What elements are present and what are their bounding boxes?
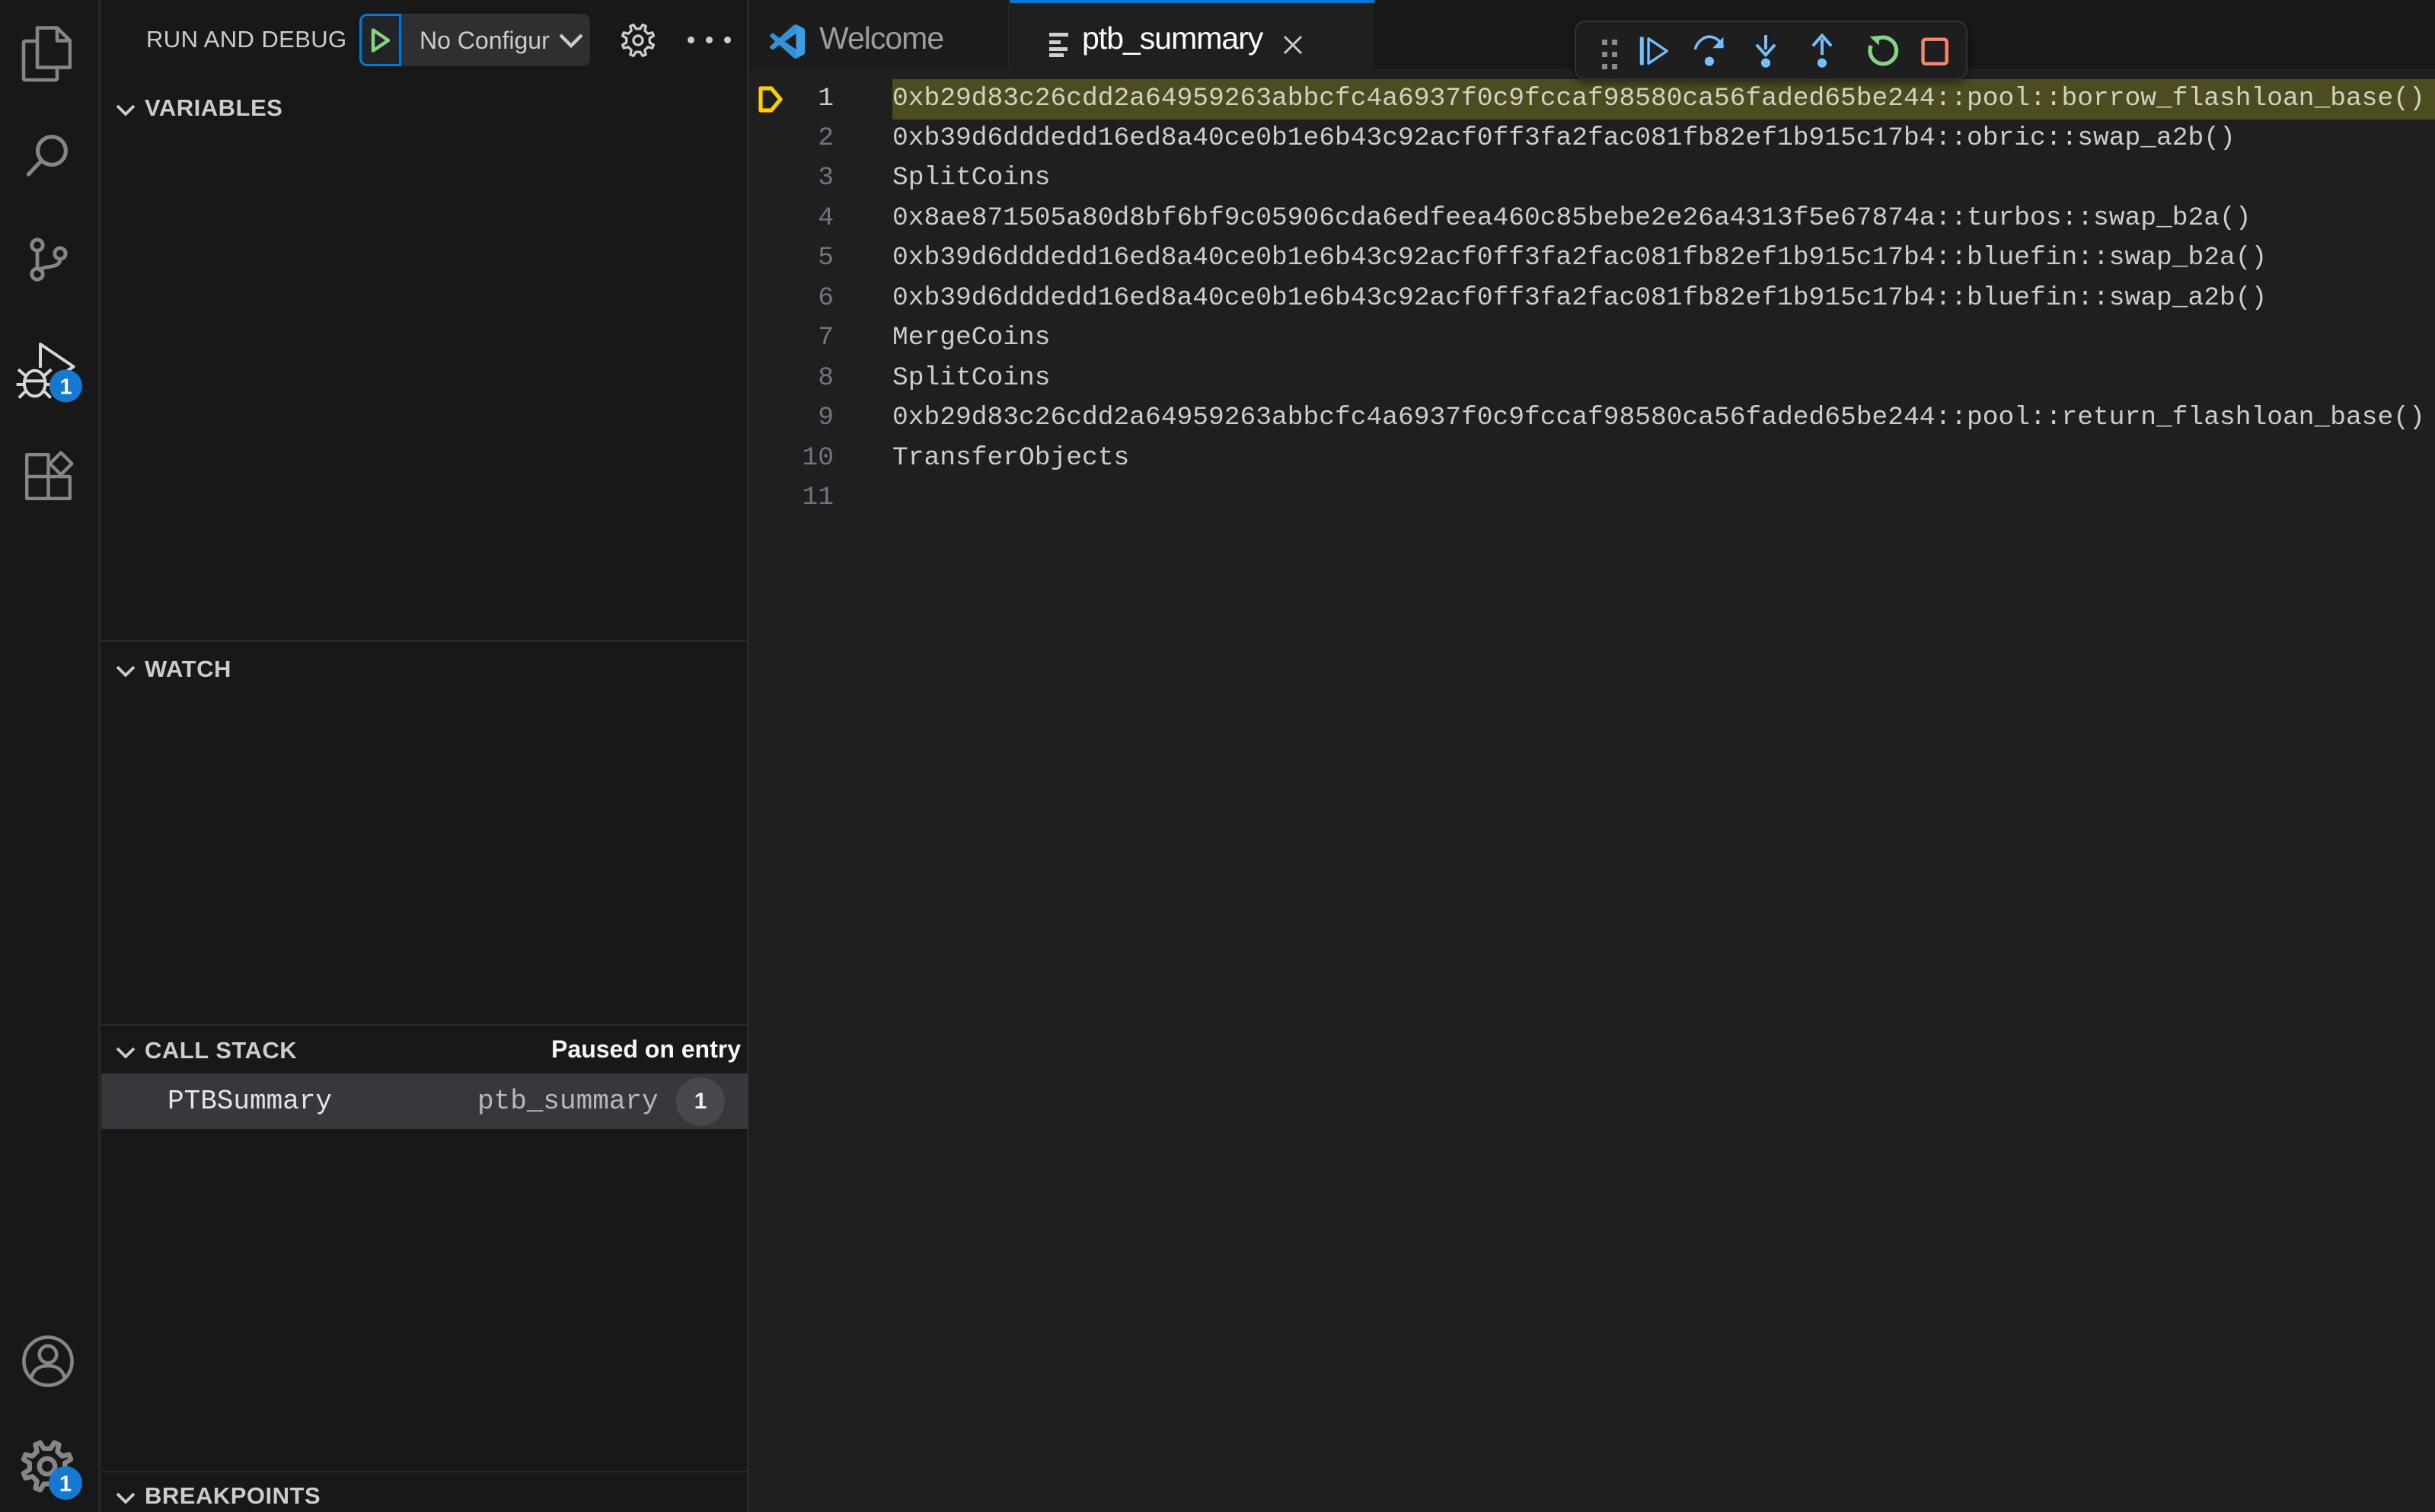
svg-text:1: 1 xyxy=(59,375,72,399)
svg-text:1: 1 xyxy=(59,1472,72,1496)
